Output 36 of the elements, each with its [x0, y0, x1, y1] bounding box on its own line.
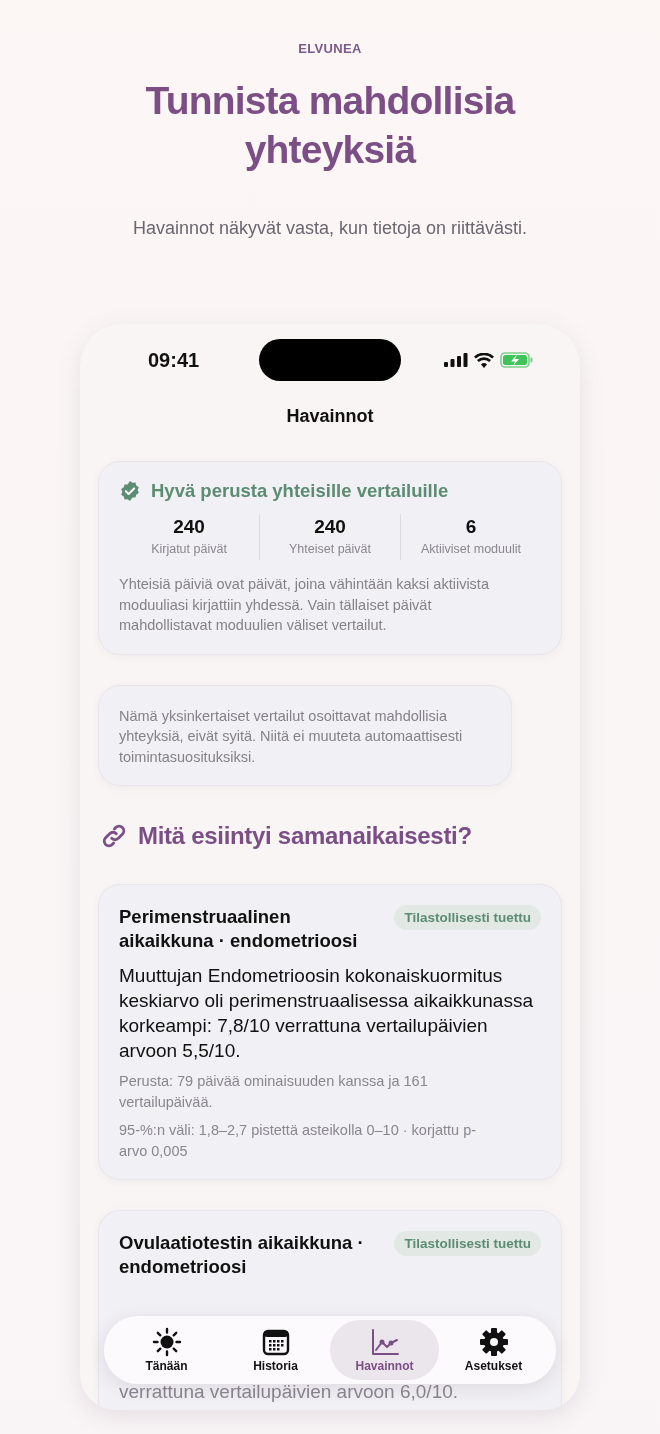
tab-button[interactable]: Historia: [221, 1320, 330, 1380]
summary-title: Hyvä perusta yhteisille vertailuille: [151, 480, 449, 502]
battery-charging-icon: [500, 352, 534, 368]
finding-title: Perimenstruaalinen aikaikkuna · endometrioosi: [119, 905, 359, 953]
note-text: Nämä yksinkertaiset vertailut osoittavat mahdollisia yhteyksiä, eivät syitä. Niitä ei muuteta automaattisesti toimintasuosituksiksi.: [119, 706, 464, 767]
stat-value: 240: [173, 516, 205, 538]
finding-text: Muuttujan Endometrioosin kokonaiskuormitus keskiarvo oli perimenstruaalisessa aikaikkunassa korkeampi: 7,8/10 verrattuna vertailupäivien arvoon 5,5/10.: [119, 964, 534, 1063]
screen-title: Havainnot: [285, 406, 375, 427]
headline: Tunnista mahdollisia yhteyksiä: [144, 78, 517, 173]
settings-icon: [478, 1327, 509, 1357]
stat-value: 6: [465, 516, 477, 538]
verified-badge-icon: [119, 480, 141, 502]
stat-label: Yhteiset päivät: [289, 542, 371, 556]
link-icon: [100, 822, 128, 850]
finding-title: Ovulaatiotestin aikaikkuna · endometrioosi: [119, 1231, 365, 1279]
finding-text: verrattuna vertailupäivien arvoon 6,0/10.: [119, 1380, 460, 1404]
summary-description: Yhteisiä päiviä ovat päivät, joina vähintään kaksi aktiivista moduuliasi kirjattiin yhdessä. Vain tällaiset päivät mahdollistavat moduulien väliset vertailut.: [119, 575, 490, 635]
finding-interval: 95-%:n väli: 1,8–2,7 pistettä asteikolla 0–10 · korjattu p-arvo 0,005: [119, 1121, 478, 1161]
status-badge: Tilastollisesti tuettu: [394, 1231, 541, 1256]
status-time: 09:41: [148, 348, 200, 372]
stat-value: 240: [314, 516, 346, 538]
stat-label: Kirjatut päivät: [151, 542, 227, 556]
line-chart-icon: [369, 1327, 400, 1357]
calendar-icon: [260, 1327, 291, 1357]
stat-label: Aktiiviset moduulit: [420, 542, 521, 556]
tab-button[interactable]: Havainnot: [330, 1320, 439, 1380]
section-heading: Mitä esiintyi samanaikaisesti?: [138, 822, 472, 850]
tab-button[interactable]: Tänään: [112, 1320, 221, 1380]
wifi-icon: [474, 352, 494, 368]
brand-name: ELVUNEA: [298, 41, 362, 56]
finding-basis: Perusta: 79 päivää ominaisuuden kanssa ja 161 vertailupäivää.: [119, 1072, 429, 1112]
subtitle: Havainnot näkyvät vasta, kun tietoja on riittävästi.: [132, 218, 528, 239]
status-badge: Tilastollisesti tuettu: [394, 905, 541, 930]
sun-icon: [151, 1327, 182, 1357]
signal-icon: [444, 353, 468, 367]
tab-button[interactable]: Asetukset: [439, 1320, 548, 1380]
